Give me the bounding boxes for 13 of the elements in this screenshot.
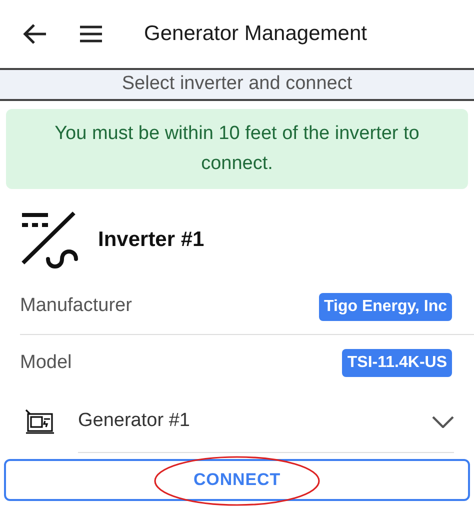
detail-label: Manufacturer bbox=[20, 294, 132, 318]
detail-label: Model bbox=[20, 350, 72, 375]
detail-value-tag: TSI-11.4K-US bbox=[342, 349, 452, 377]
inverter-name: Inverter #1 bbox=[98, 227, 204, 254]
generator-dropdown[interactable]: Generator #1 bbox=[78, 391, 454, 453]
detail-value-tag: Tigo Energy, Inc bbox=[319, 292, 452, 320]
chevron-down-icon bbox=[432, 416, 454, 428]
generator-icon bbox=[24, 408, 56, 436]
proximity-alert: You must be within 10 feet of the inverter to connect. bbox=[6, 109, 468, 189]
connect-button[interactable]: CONNECT bbox=[4, 459, 470, 501]
page-title: Generator Management bbox=[144, 21, 367, 48]
inverter-icon bbox=[20, 211, 78, 269]
instruction-banner: Select inverter and connect bbox=[0, 68, 474, 101]
